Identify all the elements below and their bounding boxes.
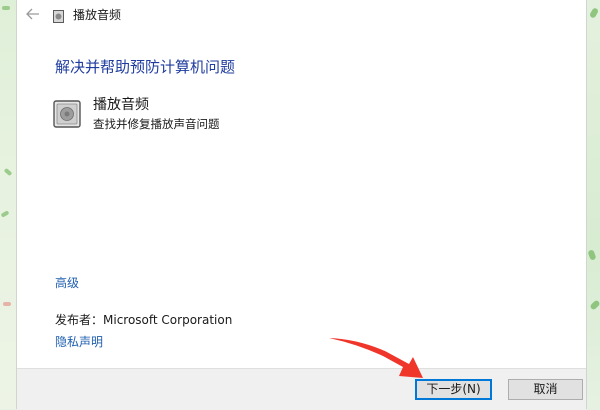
wallpaper-leaf	[3, 302, 11, 306]
wallpaper-leaf	[0, 210, 10, 218]
wallpaper-leaf	[2, 6, 10, 10]
next-button[interactable]: 下一步(N)	[415, 379, 492, 400]
wallpaper-leaf	[587, 249, 597, 261]
window-title: 播放音频	[73, 8, 122, 22]
privacy-statement-link[interactable]: 隐私声明	[55, 334, 103, 350]
publisher-text: 发布者：Microsoft Corporation	[55, 313, 233, 327]
app-icon	[53, 8, 64, 23]
item-description: 查找并修复播放声音问题	[93, 117, 220, 131]
back-arrow-icon[interactable]	[25, 5, 41, 23]
desktop-wallpaper-right	[587, 0, 600, 409]
page-heading: 解决并帮助预防计算机问题	[55, 58, 236, 76]
wallpaper-leaf	[588, 7, 600, 19]
item-title: 播放音频	[93, 97, 149, 113]
audio-troubleshooter-icon	[53, 100, 81, 128]
wallpaper-leaf	[589, 299, 600, 311]
dialog-footer: 下一步(N) 取消	[17, 368, 586, 410]
cancel-button[interactable]: 取消	[508, 379, 583, 400]
troubleshooter-dialog: 播放音频 解决并帮助预防计算机问题 播放音频 查找并修复播放声音问题 高级 发布…	[16, 0, 587, 410]
advanced-link[interactable]: 高级	[55, 275, 79, 291]
wallpaper-leaf	[3, 167, 13, 177]
troubleshooter-item: 播放音频 查找并修复播放声音问题	[53, 96, 253, 132]
desktop-wallpaper-left	[0, 0, 16, 409]
